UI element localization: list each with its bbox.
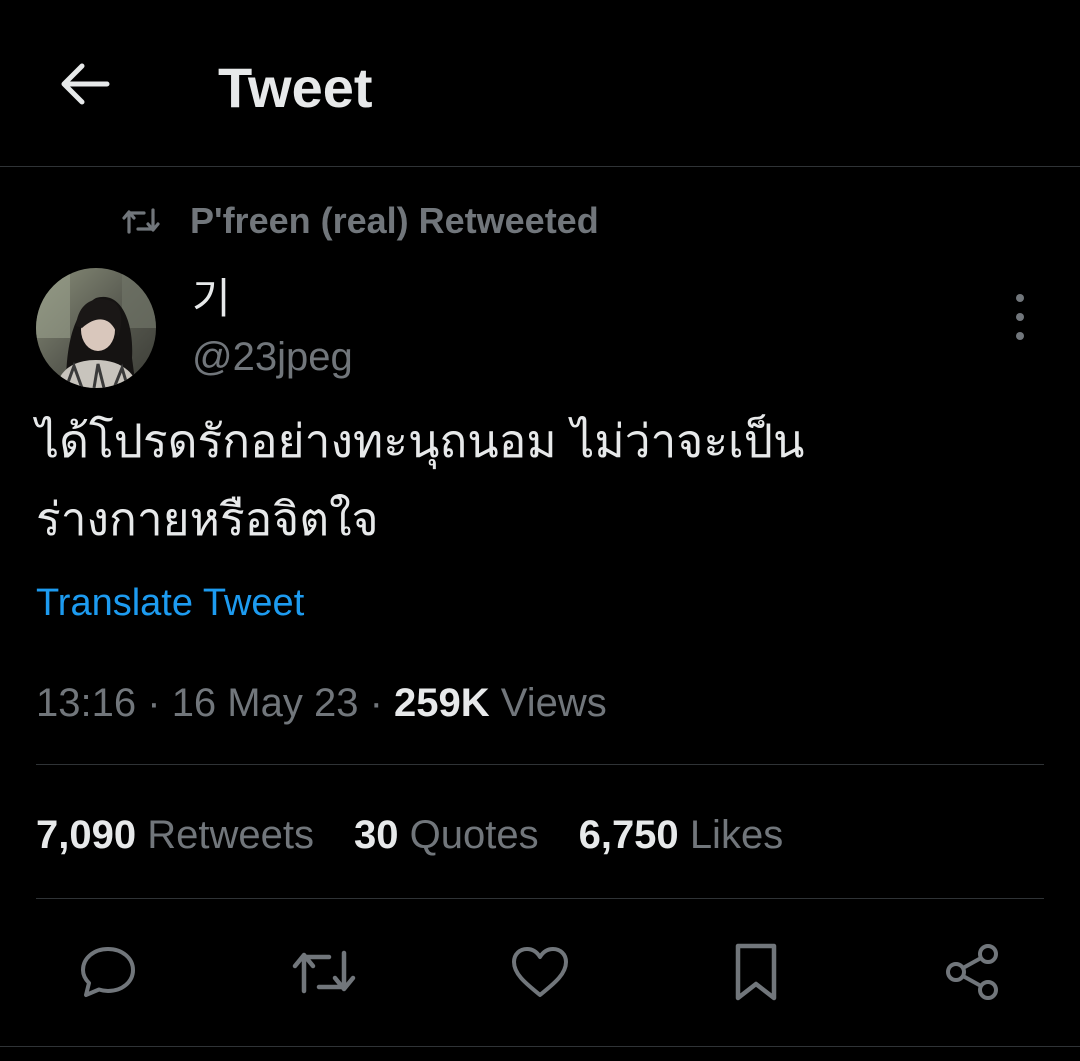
likes-count: 6,750: [578, 813, 679, 857]
reply-icon: [81, 947, 135, 997]
more-dot-icon: [1016, 332, 1024, 340]
retweet-icon: [292, 950, 356, 994]
more-dot-icon: [1016, 294, 1024, 302]
share-button[interactable]: [938, 938, 1006, 1006]
retweet-button[interactable]: [290, 938, 358, 1006]
tweet-date: 16 May 23: [171, 681, 359, 725]
likes-label: Likes: [689, 813, 784, 857]
views-label: Views: [500, 681, 607, 725]
meta-separator: ·: [369, 681, 383, 725]
retweets-label: Retweets: [147, 813, 314, 857]
meta-separator: ·: [147, 681, 161, 725]
retweet-context-label: P'freen (real) Retweeted: [190, 200, 599, 241]
retweet-icon: [122, 208, 160, 234]
tweet-text-line: ได้โปรดรักอย่างทะนุถนอม ไม่ว่าจะเป็น: [36, 414, 805, 468]
tweet-text-line: ร่างกายหรือจิตใจ: [36, 492, 379, 546]
divider: [0, 1046, 1080, 1047]
more-dot-icon: [1016, 313, 1024, 321]
divider: [36, 898, 1044, 899]
bookmark-button[interactable]: [722, 938, 790, 1006]
page-title: Tweet: [218, 56, 373, 119]
retweet-context[interactable]: P'freen (real) Retweeted: [122, 196, 599, 246]
avatar[interactable]: [36, 268, 156, 388]
quotes-label: Quotes: [409, 813, 539, 857]
avatar-image: [36, 268, 156, 388]
like-icon: [512, 947, 568, 997]
tweet-time: 13:16: [36, 681, 137, 725]
retweets-stat[interactable]: 7,090 Retweets: [36, 808, 314, 862]
divider: [36, 764, 1044, 765]
tweet-text: ได้โปรดรักอย่างทะนุถนอม ไม่ว่าจะเป็น ร่า…: [36, 402, 1036, 558]
author-handle[interactable]: @23jpeg: [192, 332, 353, 382]
views-count: 259K: [394, 681, 490, 725]
share-icon: [946, 944, 998, 1000]
action-bar: [0, 930, 1080, 1014]
top-bar: Tweet: [0, 0, 1080, 167]
arrow-left-icon: [61, 63, 110, 105]
tweet-stats: 7,090 Retweets 30 Quotes 6,750 Likes: [36, 808, 823, 862]
quotes-count: 30: [353, 813, 399, 857]
retweets-count: 7,090: [36, 813, 137, 857]
author-display-name[interactable]: 기: [192, 274, 231, 324]
bookmark-icon: [735, 943, 777, 1001]
quotes-stat[interactable]: 30 Quotes: [354, 808, 539, 862]
tweet-meta: 13:16 · 16 May 23 · 259K Views: [36, 676, 607, 730]
like-button[interactable]: [506, 938, 574, 1006]
more-options-button[interactable]: [1000, 294, 1040, 340]
likes-stat[interactable]: 6,750 Likes: [579, 808, 784, 862]
translate-tweet-link[interactable]: Translate Tweet: [36, 578, 304, 628]
reply-button[interactable]: [74, 938, 142, 1006]
back-button[interactable]: [52, 54, 116, 114]
